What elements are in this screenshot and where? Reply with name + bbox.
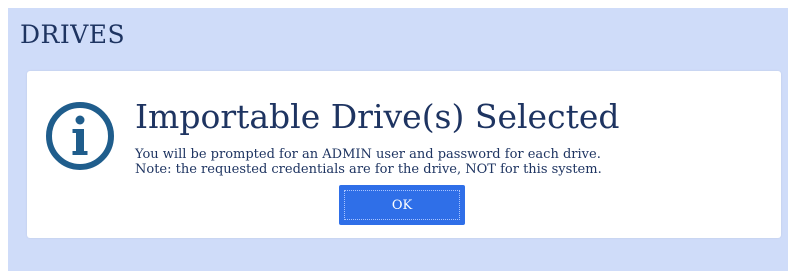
dialog-heading: Importable Drive(s) Selected <box>135 97 620 136</box>
importable-drive-dialog: Importable Drive(s) Selected You will be… <box>27 71 781 238</box>
message-line: Note: the requested credentials are for … <box>135 162 602 177</box>
drives-panel: DRIVES Importable Drive(s) Selected You … <box>8 8 788 271</box>
ok-button-label: OK <box>344 190 460 220</box>
info-icon <box>46 102 114 170</box>
ok-button[interactable]: OK <box>339 185 465 225</box>
panel-title: DRIVES <box>20 20 126 49</box>
dialog-message: You will be prompted for an ADMIN user a… <box>135 147 602 177</box>
message-line: You will be prompted for an ADMIN user a… <box>135 147 601 162</box>
